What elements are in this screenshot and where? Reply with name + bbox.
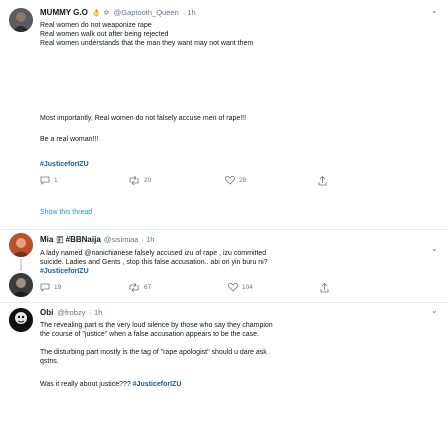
heart-icon: [228, 283, 238, 292]
tweet-line: the course of "justice" when a false acc…: [40, 331, 259, 338]
timestamp[interactable]: · 1h: [89, 308, 102, 317]
reply-count: 19: [54, 284, 62, 291]
avatar[interactable]: [9, 273, 33, 297]
tweet-paragraph: Most importantly, Real women do not fals…: [40, 115, 247, 122]
user-photo-icon: [9, 273, 33, 297]
retweet-count: 20: [144, 177, 152, 184]
reply-button[interactable]: 1: [40, 176, 58, 185]
tweet-paragraph: Was it really about justice??? #Justicef…: [40, 380, 181, 389]
chevron-down-icon[interactable]: ⌄: [431, 244, 438, 253]
display-name[interactable]: Mia: [40, 235, 53, 244]
show-thread-link[interactable]: Show this thread: [40, 209, 92, 216]
thread-connector-line: [20, 259, 22, 271]
retweet-icon: [129, 283, 139, 292]
tweet-body: The revealing part is the very loud sile…: [40, 321, 273, 339]
reply-icon: [40, 283, 50, 292]
reply-icon: [40, 176, 50, 185]
tweet-body: A lady named @nanichianese falsely accus…: [40, 249, 268, 276]
tweet-line: The disturbing part mostly is the tag of…: [40, 349, 267, 356]
display-name[interactable]: Obi: [40, 308, 53, 317]
like-button[interactable]: 104: [228, 283, 253, 292]
tweet-body: Real women do not weaponize rape Real wo…: [40, 21, 253, 48]
timestamp[interactable]: · 1h: [183, 8, 196, 17]
tweet-paragraph: Be a real woman!!!: [40, 136, 99, 143]
user-photo-icon: [9, 233, 33, 257]
tweet-line: qstns.: [40, 358, 59, 365]
display-name[interactable]: MUMMY G.O: [40, 8, 88, 17]
retweet-count: 67: [144, 284, 152, 291]
hashtag-link[interactable]: #JusticeforIZU: [133, 381, 182, 388]
tweet-header: Obi @frobzy · 1h: [40, 308, 102, 317]
like-button[interactable]: 28: [225, 176, 246, 185]
avatar[interactable]: [9, 308, 33, 332]
tweet-line: Real women do not weaponize rape: [40, 22, 152, 29]
name-badge: 🇫 #BBNaija: [56, 235, 101, 244]
timestamp[interactable]: · 1h: [141, 235, 154, 244]
tweet-line: The revealing part is the very loud sile…: [40, 322, 273, 329]
divider: [0, 229, 448, 230]
user-photo-icon: [9, 8, 33, 32]
name-emoji: 👌 ✡: [91, 8, 110, 17]
user-handle[interactable]: @Gaptooth_Queen: [114, 8, 179, 17]
hashtag-link[interactable]: #JusticeforIZU: [40, 267, 268, 276]
hashtag-link[interactable]: #JusticeforIZU: [40, 160, 89, 169]
tweet-line: Real women walk out after being rejected: [40, 31, 169, 38]
retweet-button[interactable]: 67: [128, 283, 151, 292]
tweet-line: suicide. Ladies and Gents , stop this fa…: [40, 259, 268, 266]
tweet-header: MUMMY G.O 👌 ✡ @Gaptooth_Queen · 1h: [40, 8, 196, 17]
tweet-line: A lady named @nanichianese falsely accus…: [40, 250, 267, 257]
tweet-line: Real women understands that the man they…: [40, 40, 254, 47]
tweet-text: Was it really about justice???: [40, 381, 131, 388]
like-count: 104: [242, 284, 253, 291]
heart-icon: [225, 176, 235, 185]
retweet-button[interactable]: 20: [128, 176, 151, 185]
share-button[interactable]: [320, 283, 329, 293]
user-handle[interactable]: @frobzy: [57, 308, 85, 317]
avatar[interactable]: [9, 233, 33, 257]
chevron-down-icon[interactable]: ⌄: [431, 6, 438, 15]
user-handle[interactable]: @sisimiaa: [104, 235, 139, 244]
reply-count: 1: [54, 177, 58, 184]
divider: [0, 302, 448, 303]
chevron-down-icon[interactable]: ⌄: [431, 306, 438, 315]
tweet-paragraph: The disturbing part mostly is the tag of…: [40, 348, 267, 366]
tweet-header: Mia 🇫 #BBNaija @sisimiaa · 1h: [40, 235, 154, 245]
retweet-icon: [129, 176, 139, 185]
like-count: 28: [239, 177, 247, 184]
share-icon: [320, 283, 329, 293]
user-photo-icon: [9, 308, 33, 332]
reply-button[interactable]: 19: [40, 283, 61, 292]
avatar[interactable]: [9, 8, 33, 32]
share-button[interactable]: [318, 176, 327, 186]
share-icon: [318, 176, 327, 186]
